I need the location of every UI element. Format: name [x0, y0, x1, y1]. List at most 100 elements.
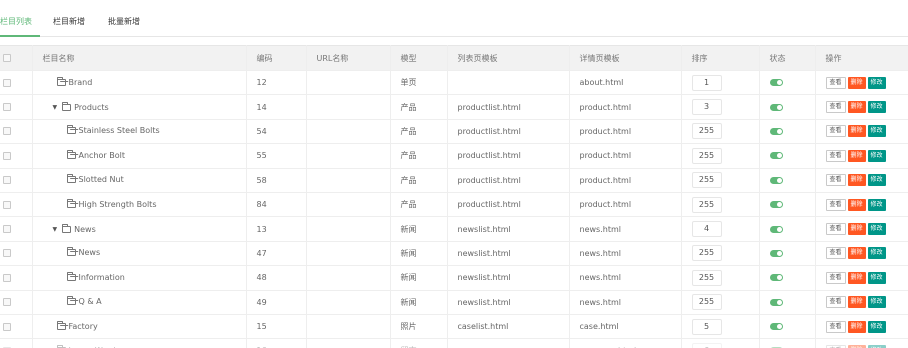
edit-button[interactable]: 修改	[867, 296, 886, 309]
sort-input[interactable]: 255	[691, 269, 722, 286]
sort-input[interactable]: 255	[691, 294, 722, 311]
select-all-checkbox[interactable]	[3, 54, 11, 62]
view-button[interactable]: 查看	[825, 149, 846, 162]
category-name[interactable]: Factory	[43, 320, 98, 331]
tab-category-add[interactable]: 栏目新增	[53, 16, 85, 37]
sort-input[interactable]: 255	[691, 147, 722, 164]
row-checkbox[interactable]	[3, 151, 11, 160]
category-name[interactable]: Q & A	[43, 296, 102, 306]
tab-category-list[interactable]: 栏目列表	[0, 16, 32, 37]
row-checkbox[interactable]	[3, 200, 11, 209]
delete-button[interactable]: 删除	[847, 101, 866, 114]
row-select-cell[interactable]	[0, 168, 33, 193]
row-checkbox[interactable]	[3, 225, 11, 234]
row-select-cell[interactable]	[0, 241, 33, 267]
sort-input[interactable]: 5	[691, 318, 722, 335]
row-checkbox[interactable]	[3, 176, 11, 185]
row-select-cell[interactable]	[0, 94, 33, 120]
category-name[interactable]: ▼ Products	[43, 102, 109, 112]
category-name[interactable]: Stainless Steel Bolts	[43, 125, 160, 135]
view-button[interactable]: 查看	[825, 174, 846, 187]
actions-cell: 查看删除修改	[815, 143, 908, 169]
sort-input[interactable]: 4	[691, 221, 722, 238]
edit-button[interactable]: 修改	[867, 320, 886, 333]
edit-button[interactable]: 修改	[867, 101, 886, 114]
row-select-cell[interactable]	[0, 192, 33, 218]
category-name[interactable]: Slotted Nut	[43, 174, 124, 184]
edit-button[interactable]: 修改	[867, 149, 886, 162]
row-select-cell[interactable]	[0, 70, 33, 96]
edit-button[interactable]: 修改	[867, 125, 886, 138]
delete-button[interactable]: 删除	[847, 125, 866, 138]
header-status: 状态	[759, 45, 816, 71]
view-button[interactable]: 查看	[825, 76, 846, 89]
status-toggle[interactable]	[769, 152, 783, 160]
delete-button[interactable]: 删除	[847, 76, 866, 89]
view-button[interactable]: 查看	[825, 198, 846, 211]
row-select-cell[interactable]	[0, 265, 33, 291]
status-toggle[interactable]	[769, 103, 783, 111]
category-name[interactable]: High Strength Bolts	[43, 198, 157, 209]
row-checkbox[interactable]	[3, 78, 11, 87]
view-button[interactable]: 查看	[825, 320, 846, 333]
row-checkbox[interactable]	[3, 298, 11, 307]
delete-button[interactable]: 删除	[847, 174, 866, 187]
status-toggle[interactable]	[769, 176, 783, 184]
row-select-cell[interactable]	[0, 119, 33, 145]
status-toggle[interactable]	[769, 298, 783, 306]
sort-input[interactable]: 1	[691, 74, 722, 91]
category-name[interactable]: Anchor Bolt	[43, 149, 125, 160]
header-select-all[interactable]	[0, 45, 33, 71]
row-select-cell[interactable]	[0, 338, 33, 348]
delete-button[interactable]: 删除	[847, 149, 866, 162]
edit-button[interactable]: 修改	[867, 198, 886, 211]
view-button[interactable]: 查看	[825, 223, 846, 236]
edit-button[interactable]: 修改	[867, 174, 886, 187]
row-select-cell[interactable]	[0, 290, 33, 315]
view-button[interactable]: 查看	[825, 101, 846, 114]
row-select-cell[interactable]	[0, 314, 33, 340]
status-toggle[interactable]	[769, 127, 783, 135]
status-toggle[interactable]	[769, 323, 783, 331]
row-checkbox[interactable]	[3, 249, 11, 258]
delete-button[interactable]: 删除	[847, 271, 866, 284]
sort-input[interactable]: 255	[691, 196, 722, 213]
view-button[interactable]: 查看	[825, 125, 846, 138]
delete-button[interactable]: 删除	[847, 320, 866, 333]
expand-caret-icon[interactable]: ▼	[53, 104, 58, 111]
category-name[interactable]: Brand	[43, 76, 92, 87]
edit-button[interactable]: 修改	[867, 247, 886, 260]
category-name[interactable]: News	[43, 247, 100, 257]
view-button[interactable]: 查看	[825, 247, 846, 260]
row-select-cell[interactable]	[0, 216, 33, 242]
sort-input[interactable]: 255	[691, 172, 722, 189]
expand-caret-icon[interactable]: ▼	[53, 226, 58, 233]
tab-batch-add[interactable]: 批量新增	[108, 16, 140, 37]
category-name[interactable]: Information	[43, 271, 125, 282]
edit-button[interactable]: 修改	[867, 271, 886, 284]
row-select-cell[interactable]	[0, 143, 33, 169]
view-button[interactable]: 查看	[825, 296, 846, 309]
category-name[interactable]: ▼ News	[43, 224, 96, 234]
status-toggle[interactable]	[769, 249, 783, 257]
delete-button[interactable]: 删除	[847, 247, 866, 260]
delete-button[interactable]: 删除	[847, 223, 866, 236]
sort-input[interactable]: 255	[691, 123, 722, 140]
status-toggle[interactable]	[769, 274, 783, 282]
view-button[interactable]: 查看	[825, 271, 846, 284]
delete-button[interactable]: 删除	[847, 198, 866, 211]
table-row: Information 48 新闻 newslist.html news.html 255…	[0, 265, 908, 291]
delete-button[interactable]: 删除	[847, 296, 866, 309]
sort-input[interactable]: 6	[691, 342, 722, 348]
sort-input[interactable]: 3	[691, 99, 722, 116]
edit-button[interactable]: 修改	[867, 223, 886, 236]
status-toggle[interactable]	[769, 225, 783, 233]
edit-button[interactable]: 修改	[867, 76, 886, 89]
row-checkbox[interactable]	[3, 103, 11, 112]
status-toggle[interactable]	[769, 201, 783, 209]
row-checkbox[interactable]	[3, 273, 11, 282]
row-checkbox[interactable]	[3, 127, 11, 136]
sort-input[interactable]: 255	[691, 245, 722, 262]
status-toggle[interactable]	[769, 79, 783, 87]
row-checkbox[interactable]	[3, 322, 11, 331]
